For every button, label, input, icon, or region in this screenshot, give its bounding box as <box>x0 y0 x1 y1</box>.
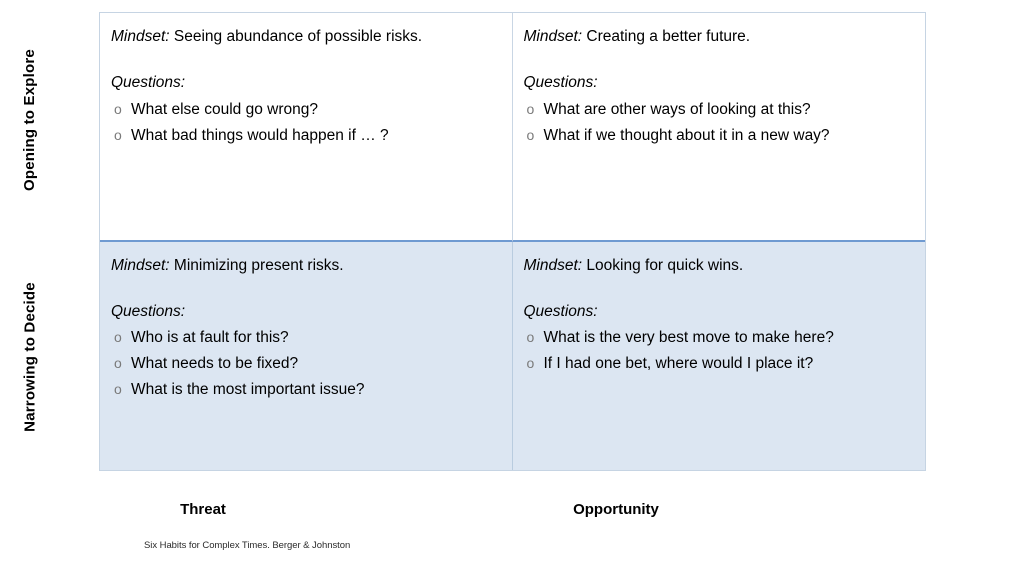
bullet-circle-icon: o <box>114 126 122 143</box>
bullet-circle-icon: o <box>114 355 122 372</box>
question-list: o What is the very best move to make her… <box>524 325 914 377</box>
question-text: What is the very best move to make here? <box>543 329 834 347</box>
questions-heading: Questions: <box>111 74 186 92</box>
list-item: o What needs to be fixed? <box>111 351 500 377</box>
mindset-text: Creating a better future. <box>586 28 751 45</box>
mindset-label: Mindset: <box>111 256 170 274</box>
list-item: o Who is at fault for this? <box>111 325 500 351</box>
bullet-circle-icon: o <box>526 329 535 346</box>
question-text: If I had one bet, where would I place it… <box>543 355 814 373</box>
mindset-line: Mindset: Creating a better future. <box>524 27 914 47</box>
bullet-circle-icon: o <box>526 126 535 143</box>
questions-heading: Questions: <box>523 74 598 92</box>
questions-heading: Questions: <box>111 302 186 320</box>
quadrant-threat-opening: Mindset: Seeing abundance of possible ri… <box>100 13 513 242</box>
question-list: o What else could go wrong? o What bad t… <box>111 97 500 149</box>
mindset-label: Mindset: <box>523 256 583 274</box>
bullet-circle-icon: o <box>114 329 122 346</box>
list-item: o What is the most important issue? <box>111 377 500 403</box>
bullet-circle-icon: o <box>526 355 535 372</box>
bullet-circle-icon: o <box>114 381 122 398</box>
vertical-axis-label-opening-to-explore: Opening to Explore <box>21 49 38 191</box>
questions-heading: Questions: <box>523 302 598 320</box>
bullet-circle-icon: o <box>114 100 122 117</box>
question-text: What if we thought about it in a new way… <box>543 126 830 144</box>
quadrant-threat-narrowing: Mindset: Minimizing present risks. Quest… <box>100 241 513 470</box>
bullet-circle-icon: o <box>526 100 535 117</box>
list-item: o What is the very best move to make her… <box>524 325 914 351</box>
source-citation: Six Habits for Complex Times. Berger & J… <box>144 540 351 551</box>
quadrant-opportunity-opening: Mindset: Creating a better future. Quest… <box>512 13 925 242</box>
vertical-axis-label-narrowing-to-decide: Narrowing to Decide <box>21 282 39 432</box>
question-text: What is the most important issue? <box>131 381 365 399</box>
list-item: o What if we thought about it in a new w… <box>524 123 914 149</box>
list-item: o What are other ways of looking at this… <box>524 97 914 123</box>
horizontal-axis-label-threat: Threat <box>180 501 226 518</box>
mindset-line: Mindset: Minimizing present risks. <box>111 256 500 276</box>
horizontal-axis-label-opportunity: Opportunity <box>573 501 659 518</box>
question-text: What are other ways of looking at this? <box>543 100 811 118</box>
list-item: o What else could go wrong? <box>111 97 500 123</box>
question-list: o What are other ways of looking at this… <box>524 97 914 149</box>
question-text: What needs to be fixed? <box>131 355 299 373</box>
mindset-text: Looking for quick wins. <box>586 256 744 274</box>
mindset-line: Mindset: Seeing abundance of possible ri… <box>111 27 500 47</box>
mindset-text: Minimizing present risks. <box>173 256 344 274</box>
mindset-line: Mindset: Looking for quick wins. <box>524 256 914 276</box>
list-item: o If I had one bet, where would I place … <box>524 351 914 377</box>
mindset-label: Mindset: <box>111 28 170 45</box>
mindset-text: Seeing abundance of possible risks. <box>173 28 423 45</box>
quadrant-opportunity-narrowing: Mindset: Looking for quick wins. Questio… <box>512 241 925 470</box>
question-text: What else could go wrong? <box>131 100 318 118</box>
question-text: Who is at fault for this? <box>131 329 289 347</box>
list-item: o What bad things would happen if … ? <box>111 123 500 149</box>
two-by-two-matrix: Mindset: Seeing abundance of possible ri… <box>99 12 926 471</box>
mindset-label: Mindset: <box>523 28 583 45</box>
question-list: o Who is at fault for this? o What needs… <box>111 325 500 403</box>
question-text: What bad things would happen if … ? <box>131 126 389 144</box>
